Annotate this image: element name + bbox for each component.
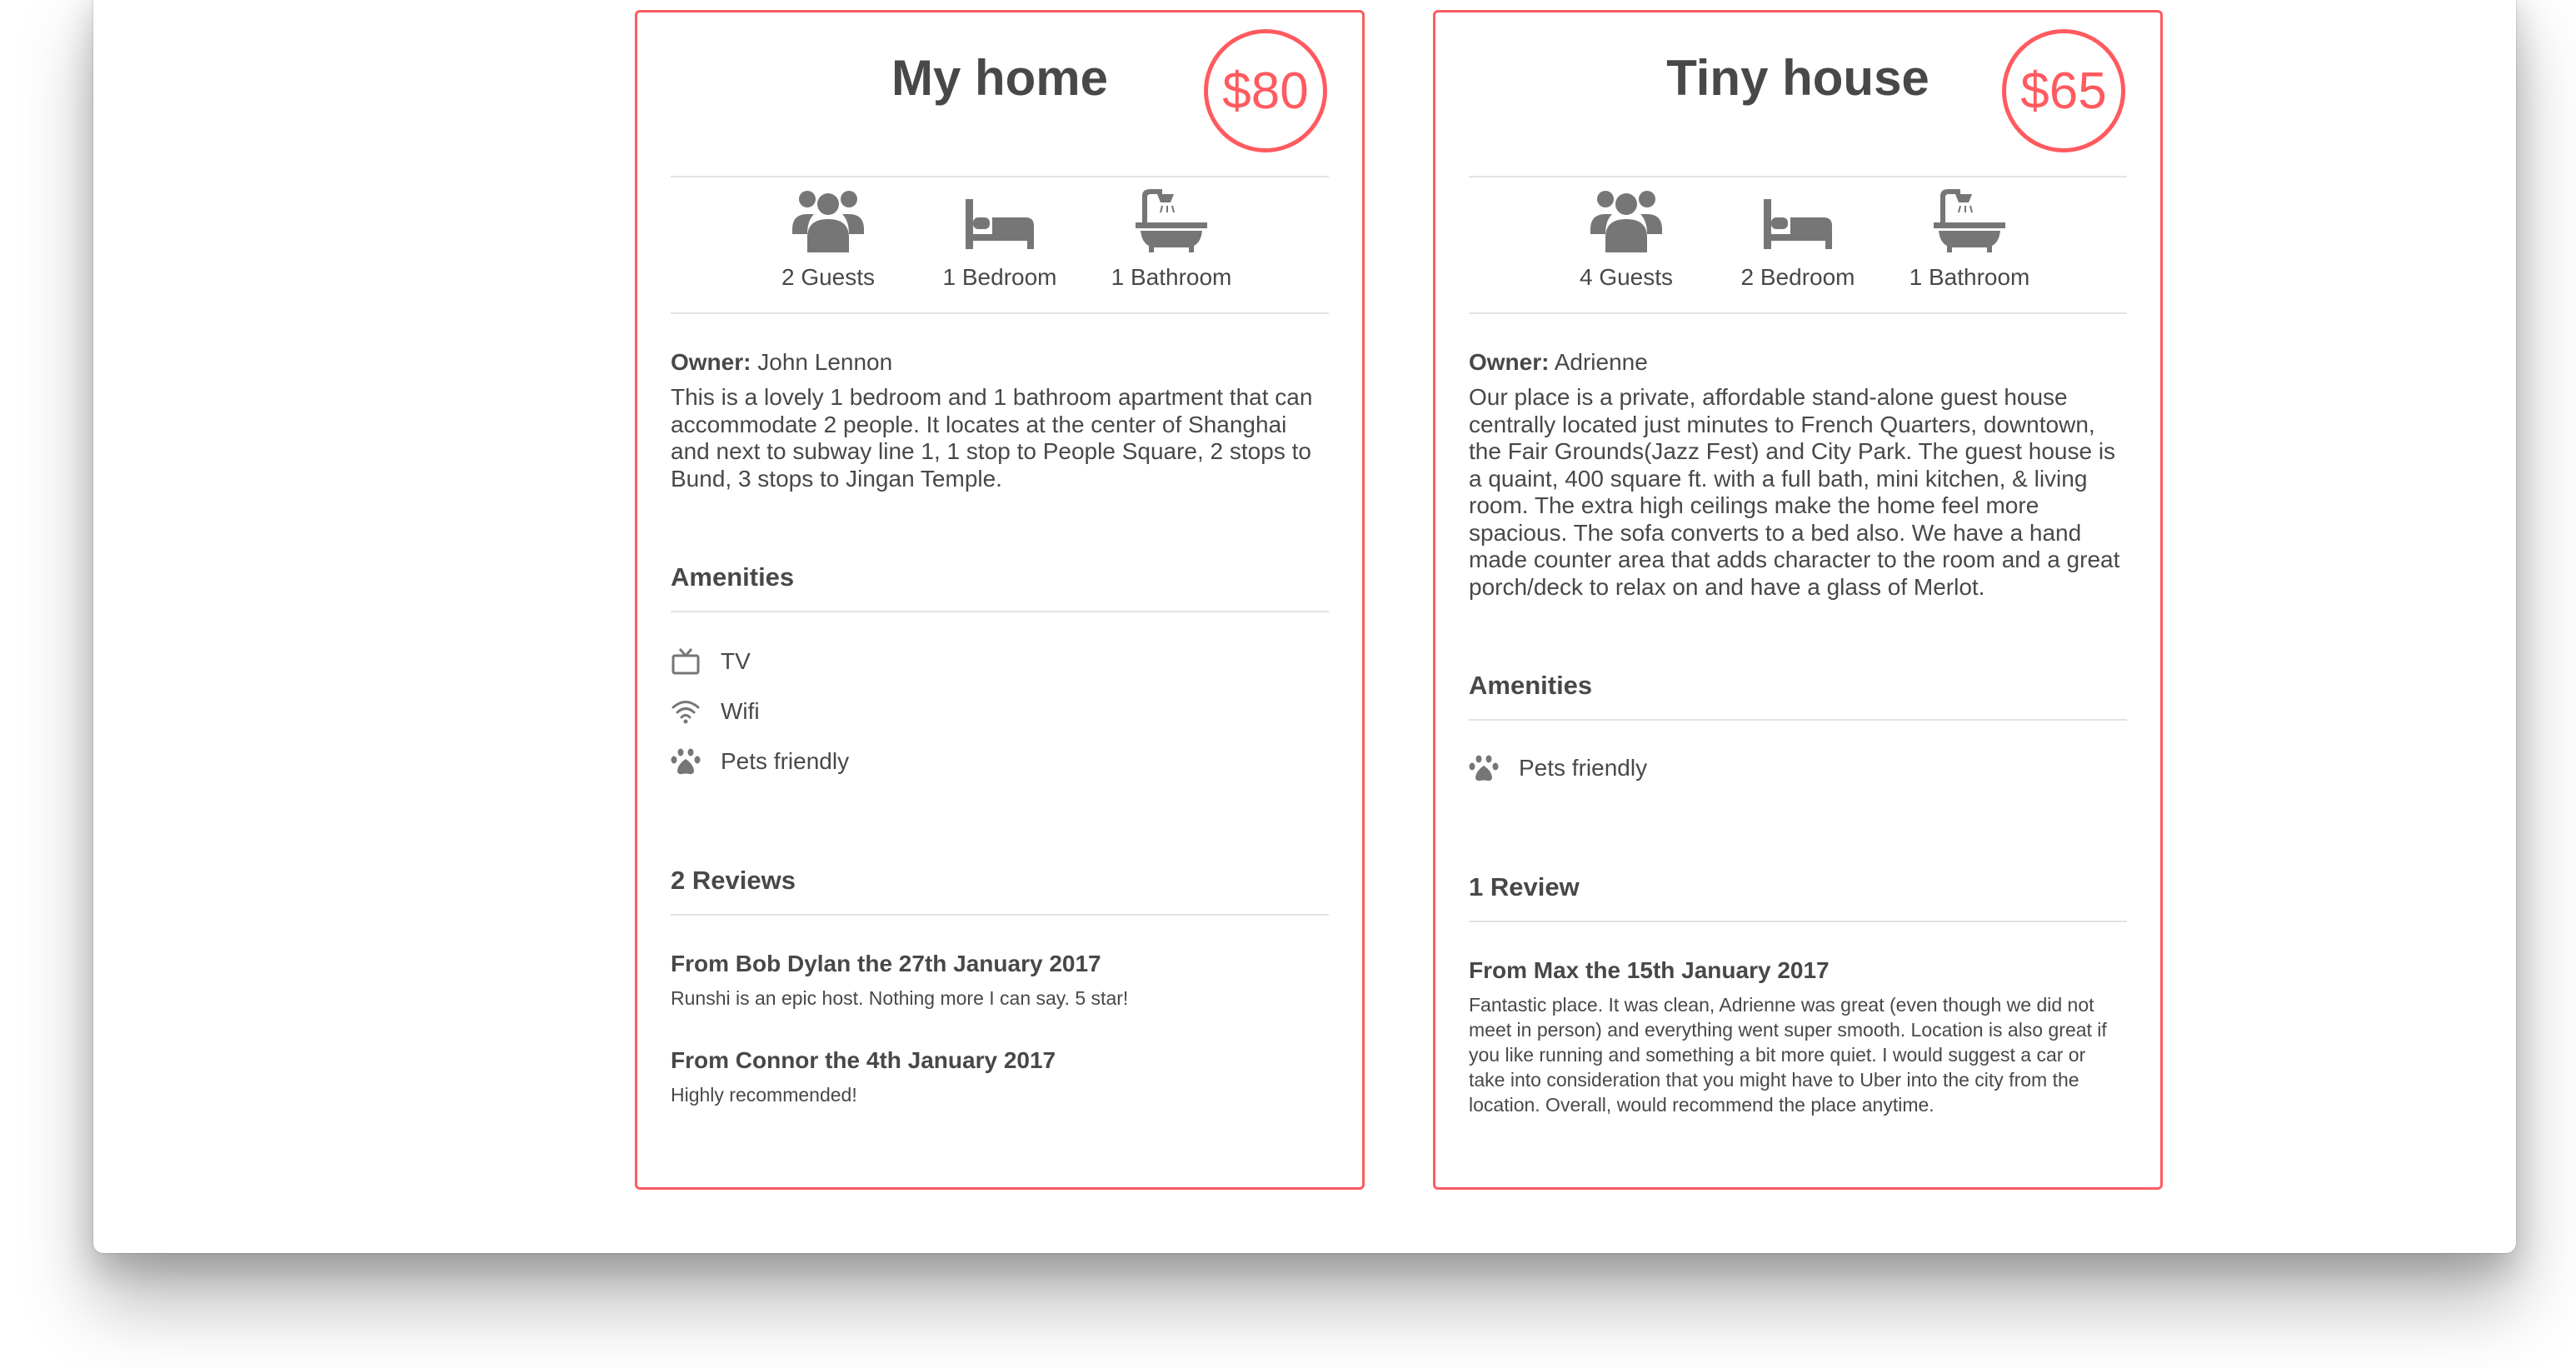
amenity-item-pets: Pets friendly [1469, 754, 1647, 782]
amenity-label: Wifi [721, 698, 760, 724]
guests-icon [792, 191, 864, 252]
price-badge: $80 [1204, 29, 1327, 152]
paw-icon [671, 748, 701, 775]
review-text: Highly recommended! [671, 1084, 857, 1106]
bathtub-icon [1136, 189, 1207, 252]
bed-icon [1764, 199, 1832, 249]
divider [671, 914, 1329, 916]
amenity-label: TV [721, 648, 751, 674]
guests-stat: 4 Guests [1564, 187, 1689, 291]
amenity-item-wifi: Wifi [671, 697, 760, 726]
bathrooms-stat: 1 Bathroom [1907, 187, 2032, 291]
reviews-heading: 2 Reviews [671, 866, 796, 895]
owner-line: Owner: John Lennon [671, 349, 1329, 376]
bedrooms-label: 1 Bedroom [942, 264, 1057, 290]
divider [671, 312, 1329, 314]
reviews-heading: 1 Review [1469, 872, 1580, 901]
divider [671, 611, 1329, 612]
review-heading: From Max the 15th January 2017 [1469, 957, 1830, 983]
listing-stats: 4 Guests 2 Bedroom 1 Bathroom [1469, 187, 2127, 291]
bed-icon [966, 199, 1034, 249]
divider [1469, 921, 2127, 922]
owner-name: John Lennon [751, 349, 893, 375]
owner-line: Owner: Adrienne [1469, 349, 2127, 376]
divider [1469, 176, 2127, 177]
divider [1469, 312, 2127, 314]
listing-card-my-home: My home $80 2 Guests 1 Bedroom 1 Bathroo… [635, 10, 1365, 1190]
listing-description: Our place is a private, affordable stand… [1469, 384, 2120, 600]
bedrooms-stat: 1 Bedroom [937, 187, 1062, 291]
amenities-heading: Amenities [671, 562, 795, 592]
review-text: Fantastic place. It was clean, Adrienne … [1469, 994, 2107, 1116]
divider [671, 176, 1329, 177]
bedrooms-label: 2 Bedroom [1740, 264, 1855, 290]
owner-name: Adrienne [1549, 349, 1648, 375]
bedrooms-stat: 2 Bedroom [1735, 187, 1860, 291]
amenity-label: Pets friendly [721, 748, 850, 774]
guests-stat: 2 Guests [766, 187, 891, 291]
amenity-item-pets: Pets friendly [671, 747, 849, 776]
listing-description: This is a lovely 1 bedroom and 1 bathroo… [671, 384, 1313, 492]
bathrooms-label: 1 Bathroom [1111, 264, 1232, 290]
amenity-label: Pets friendly [1519, 755, 1648, 781]
price-badge: $65 [2002, 29, 2125, 152]
owner-label: Owner: [1469, 349, 1550, 375]
amenities-heading: Amenities [1469, 671, 1593, 700]
divider [1469, 719, 2127, 721]
listing-stats: 2 Guests 1 Bedroom 1 Bathroom [671, 187, 1329, 291]
bathrooms-stat: 1 Bathroom [1109, 187, 1234, 291]
tv-icon [671, 648, 700, 675]
bathrooms-label: 1 Bathroom [1909, 264, 2030, 290]
amenity-item-tv: TV [671, 647, 751, 676]
paw-icon [1469, 755, 1499, 781]
review-heading: From Bob Dylan the 27th January 2017 [671, 951, 1101, 976]
browser-window: My home $80 2 Guests 1 Bedroom 1 Bathroo… [93, 0, 2516, 1253]
bathtub-icon [1934, 189, 2005, 252]
guests-label: 4 Guests [1579, 264, 1674, 290]
wifi-icon [671, 701, 700, 724]
owner-label: Owner: [671, 349, 751, 375]
listing-card-tiny-house: Tiny house $65 4 Guests 2 Bedroom 1 Bath… [1433, 10, 2163, 1190]
guests-label: 2 Guests [781, 264, 876, 290]
review-heading: From Connor the 4th January 2017 [671, 1047, 1056, 1073]
guests-icon [1590, 191, 1662, 252]
review-text: Runshi is an epic host. Nothing more I c… [671, 987, 1129, 1009]
